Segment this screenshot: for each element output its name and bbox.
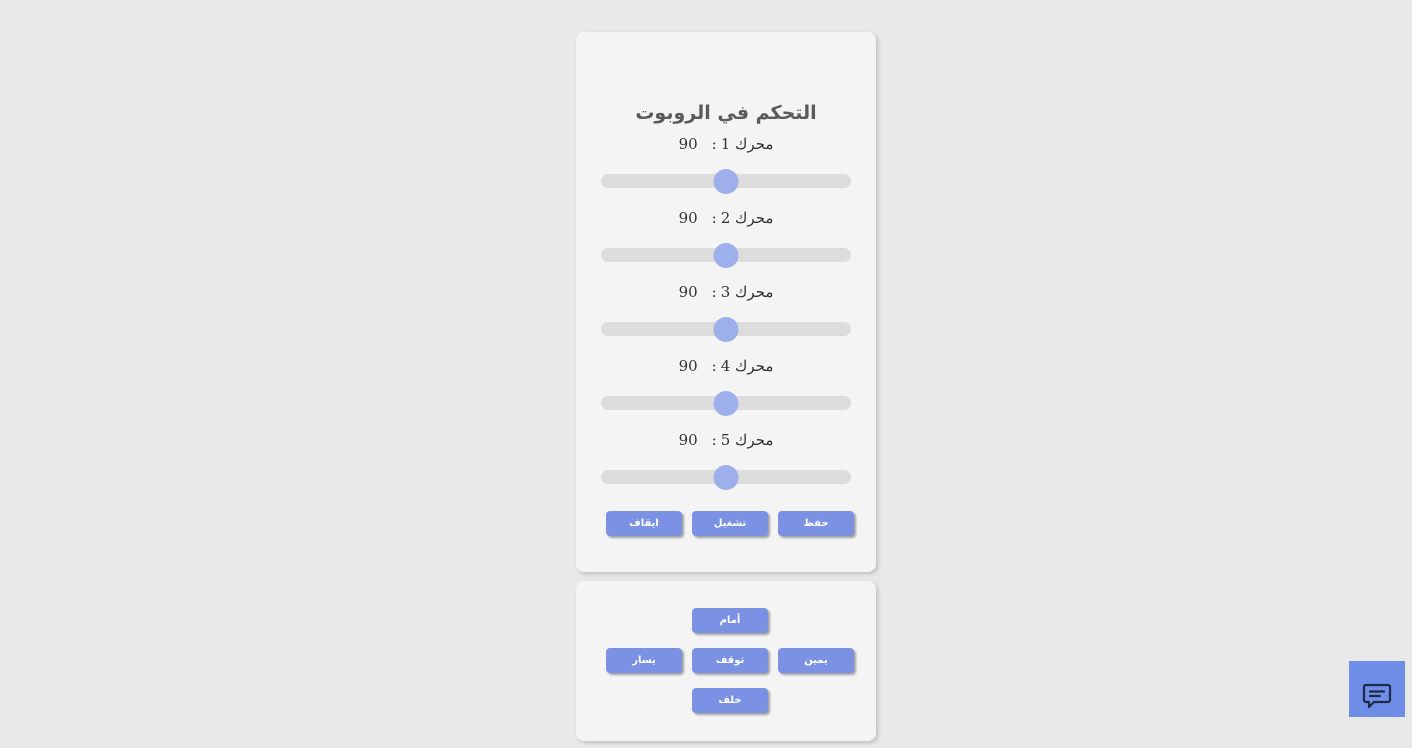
motor-1-value: 90 [678,135,698,153]
motor-5-slider-thumb[interactable] [713,465,739,490]
forward-button[interactable]: أمام [692,608,768,633]
motor-1-slider-thumb[interactable] [713,169,739,194]
page-title: التحكم في الروبوت [635,102,817,124]
drive-control-panel: أمام يمين توقف يسار خلف [576,581,876,741]
halt-button[interactable]: توقف [692,648,768,673]
motor-5-label-row: 90: محرك 5 [576,430,876,450]
motor-2-slider-thumb[interactable] [713,243,739,268]
stop-button[interactable]: ايقاف [606,511,682,536]
run-button[interactable]: تشغيل [692,511,768,536]
motor-1-label: محرك 1 [720,135,774,153]
chat-button[interactable] [1349,661,1405,717]
right-button[interactable]: يمين [778,648,854,673]
motor-4-label-row: 90: محرك 4 [576,356,876,376]
motor-1-control: 90: محرك 1 [576,134,876,208]
robot-control-panel: التحكم في الروبوت 90: محرك 1 90: محرك 2 90… [576,32,876,572]
motor-2-label-row: 90: محرك 2 [576,208,876,228]
motor-4-colon: : [711,357,717,375]
motor-4-label: محرك 4 [720,357,774,375]
motor-3-colon: : [711,283,717,301]
chat-icon [1362,683,1392,709]
motor-1-slider[interactable] [601,169,851,194]
left-button[interactable]: يسار [606,648,682,673]
motor-3-slider-thumb[interactable] [713,317,739,342]
motor-5-value: 90 [678,431,698,449]
motor-3-slider[interactable] [601,317,851,342]
motor-1-colon: : [711,135,717,153]
motor-1-label-row: 90: محرك 1 [576,134,876,154]
motor-2-colon: : [711,209,717,227]
motor-3-label-row: 90: محرك 3 [576,282,876,302]
motor-2-value: 90 [678,209,698,227]
motor-5-control: 90: محرك 5 [576,430,876,504]
motor-4-slider-thumb[interactable] [713,391,739,416]
motor-4-value: 90 [678,357,698,375]
motor-2-slider[interactable] [601,243,851,268]
motor-5-label: محرك 5 [720,431,774,449]
motor-3-value: 90 [678,283,698,301]
backward-button[interactable]: خلف [692,688,768,713]
motor-3-control: 90: محرك 3 [576,282,876,356]
motor-4-slider[interactable] [601,391,851,416]
save-button[interactable]: حفظ [778,511,854,536]
motor-2-control: 90: محرك 2 [576,208,876,282]
motor-2-label: محرك 2 [720,209,774,227]
motor-5-colon: : [711,431,717,449]
motor-5-slider[interactable] [601,465,851,490]
motor-3-label: محرك 3 [720,283,774,301]
motor-4-control: 90: محرك 4 [576,356,876,430]
